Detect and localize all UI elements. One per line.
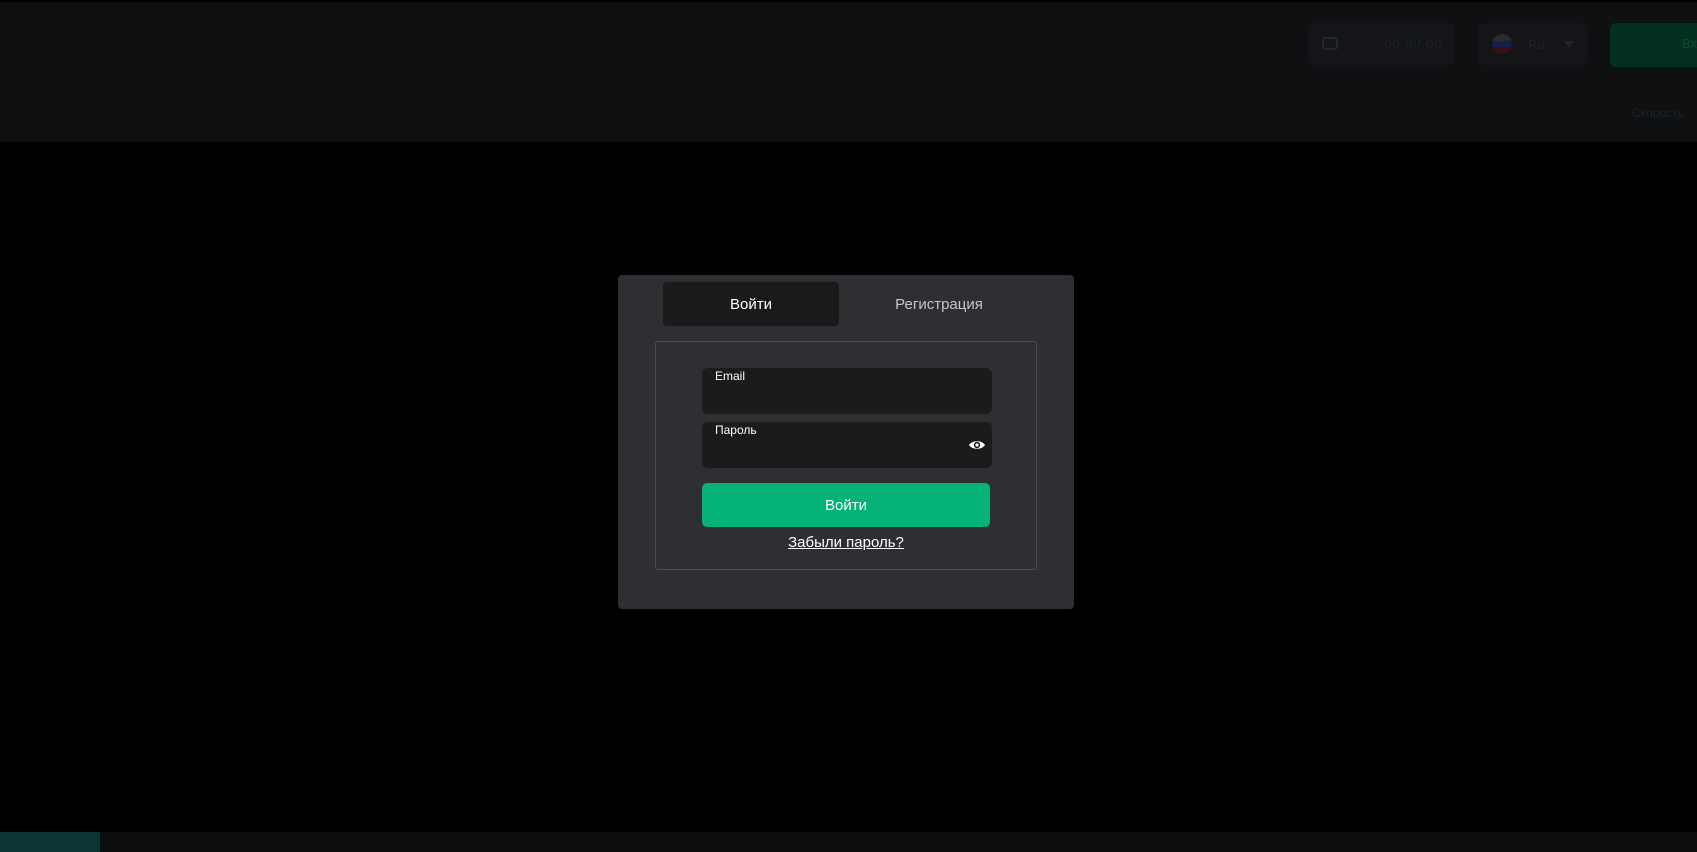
russia-flag-icon xyxy=(1492,34,1512,54)
header-login-button-label: Вх xyxy=(1682,36,1697,51)
auth-tabs: Войти Регистрация xyxy=(663,282,1033,326)
header-login-button: Вх xyxy=(1610,23,1697,67)
wallet-icon xyxy=(1322,37,1338,50)
footer-accent xyxy=(0,832,100,852)
forgot-password-link[interactable]: Забыли пароль? xyxy=(656,534,1036,551)
email-input[interactable] xyxy=(715,386,965,410)
language-label: Ru xyxy=(1528,37,1545,52)
login-submit-button[interactable]: Войти xyxy=(702,483,990,527)
balance-text: 00 00,00 xyxy=(1384,36,1443,51)
auth-modal: Войти Регистрация Email Пароль Войти Заб… xyxy=(618,275,1074,609)
email-field[interactable]: Email xyxy=(702,368,992,414)
password-field[interactable]: Пароль xyxy=(702,422,992,468)
login-form: Email Пароль Войти Забыли пароль? xyxy=(655,341,1037,570)
chevron-down-icon xyxy=(1564,41,1574,47)
tab-login[interactable]: Войти xyxy=(663,282,839,326)
password-input[interactable] xyxy=(715,440,965,464)
tab-register[interactable]: Регистрация xyxy=(845,282,1033,326)
email-label: Email xyxy=(715,369,746,383)
password-label: Пароль xyxy=(715,423,757,437)
background-header: 00 00,00 Ru Вх Скорость xyxy=(0,2,1697,142)
balance-display: 00 00,00 xyxy=(1308,23,1454,65)
background-footer xyxy=(0,832,1697,852)
page: 00 00,00 Ru Вх Скорость Войти Регистраци… xyxy=(0,0,1697,852)
language-selector: Ru xyxy=(1478,23,1588,65)
eye-icon[interactable] xyxy=(968,437,986,453)
subnav-text: Скорость xyxy=(1632,106,1684,120)
